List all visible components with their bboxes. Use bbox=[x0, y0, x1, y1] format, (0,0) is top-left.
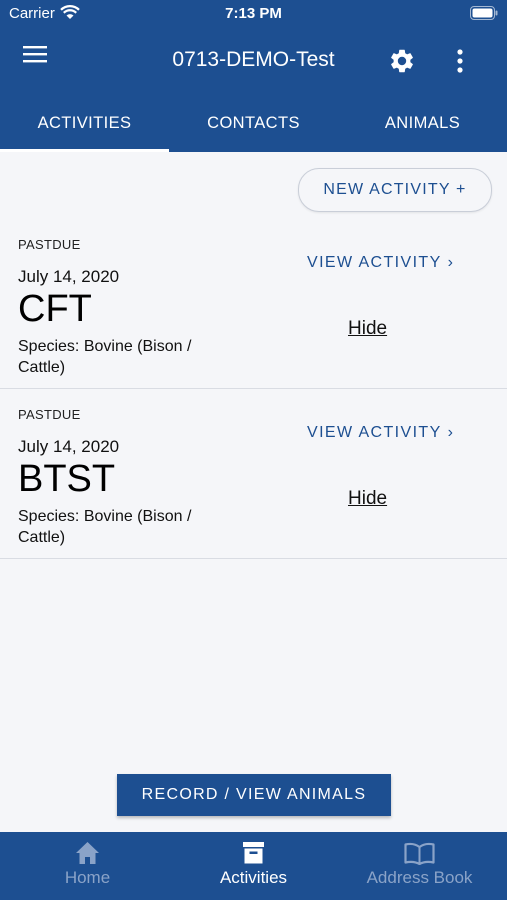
nav-activities-label: Activities bbox=[219, 868, 288, 887]
activity-type: CFT bbox=[18, 288, 92, 330]
record-view-animals-button[interactable]: RECORD / VIEW ANIMALS bbox=[117, 774, 391, 816]
nav-home-label: Home bbox=[64, 868, 111, 887]
activity-status: PASTDUE bbox=[18, 237, 81, 252]
tab-bar: ACTIVITIES CONTACTS ANIMALS bbox=[0, 92, 507, 152]
activity-status: PASTDUE bbox=[18, 407, 81, 422]
archive-box-icon bbox=[243, 842, 264, 864]
chevron-right-icon: › bbox=[447, 254, 455, 271]
nav-activities[interactable]: Activities bbox=[169, 832, 338, 900]
activity-species: Species: Bovine (Bison / Cattle) bbox=[18, 508, 192, 546]
more-vertical-icon[interactable] bbox=[450, 47, 470, 75]
nav-address-book[interactable]: Address Book bbox=[335, 832, 504, 900]
battery-icon bbox=[470, 6, 498, 20]
activity-species: Species: Bovine (Bison / Cattle) bbox=[18, 338, 192, 376]
chevron-right-icon: › bbox=[447, 424, 455, 441]
app-header: Carrier 7:13 PM 0713-DEMO-Test ACTIVITIE… bbox=[0, 0, 507, 152]
status-time: 7:13 PM bbox=[225, 5, 282, 22]
status-bar: Carrier 7:13 PM bbox=[0, 0, 507, 28]
open-book-icon bbox=[404, 842, 435, 865]
tab-activities[interactable]: ACTIVITIES bbox=[0, 92, 169, 152]
view-activity-link[interactable]: VIEW ACTIVITY › bbox=[307, 254, 454, 272]
new-activity-button[interactable]: NEW ACTIVITY + bbox=[298, 168, 492, 212]
tab-animals[interactable]: ANIMALS bbox=[338, 92, 507, 152]
app-bar: 0713-DEMO-Test bbox=[0, 28, 507, 92]
activity-date: July 14, 2020 bbox=[18, 437, 120, 456]
activity-date: July 14, 2020 bbox=[18, 267, 120, 286]
hide-activity-link[interactable]: Hide bbox=[348, 318, 387, 340]
view-activity-link[interactable]: VIEW ACTIVITY › bbox=[307, 424, 454, 442]
view-activity-label: VIEW ACTIVITY bbox=[307, 254, 442, 271]
activity-card: PASTDUE July 14, 2020 CFT Species: Bovin… bbox=[0, 218, 507, 389]
tab-contacts[interactable]: CONTACTS bbox=[169, 92, 338, 152]
gear-icon[interactable] bbox=[388, 47, 416, 75]
bottom-nav: Home Activities Address Book bbox=[0, 832, 507, 900]
hide-activity-link[interactable]: Hide bbox=[348, 488, 387, 510]
home-icon bbox=[76, 842, 99, 864]
activity-type: BTST bbox=[18, 458, 116, 500]
nav-address-book-label: Address Book bbox=[366, 868, 473, 887]
app-title: 0713-DEMO-Test bbox=[172, 48, 335, 71]
activities-content: NEW ACTIVITY + PASTDUE July 14, 2020 CFT… bbox=[0, 152, 507, 832]
view-activity-label: VIEW ACTIVITY bbox=[307, 424, 442, 441]
activity-card: PASTDUE July 14, 2020 BTST Species: Bovi… bbox=[0, 388, 507, 559]
nav-home[interactable]: Home bbox=[3, 832, 172, 900]
